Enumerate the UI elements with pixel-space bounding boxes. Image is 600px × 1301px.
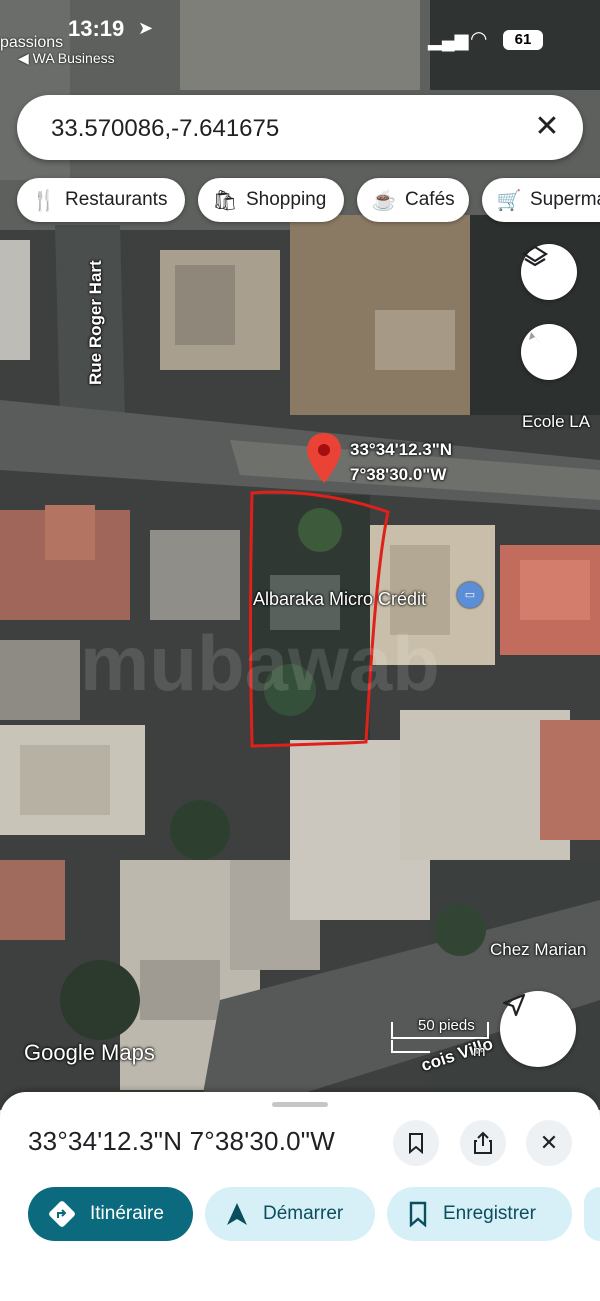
pin-longitude-label: 7°38'30.0"W xyxy=(350,465,447,484)
close-icon: ✕ xyxy=(539,1130,559,1155)
directions-button[interactable]: Itinéraire xyxy=(28,1187,193,1241)
chip-supermarket[interactable]: 🛒 Superma xyxy=(482,178,600,222)
cart-icon: 🛒 xyxy=(496,189,522,212)
coffee-cup-icon: ☕ xyxy=(371,189,397,212)
compass-button[interactable] xyxy=(521,324,577,380)
save-button[interactable]: Enregistrer xyxy=(387,1187,572,1241)
scale-feet-label: 50 pieds xyxy=(418,1017,475,1034)
compass-icon xyxy=(529,332,541,344)
bookmark-icon xyxy=(407,1201,429,1227)
coordinates-title: 33°34'12.3"N 7°38'30.0"W xyxy=(28,1126,335,1156)
start-label: Démarrer xyxy=(263,1203,344,1224)
close-icon[interactable]: ✕ xyxy=(531,111,563,143)
share-icon xyxy=(474,1131,492,1154)
place-icon[interactable]: ▭ xyxy=(457,582,483,608)
location-arrow-icon: ➤ xyxy=(138,18,154,38)
start-button[interactable]: Démarrer xyxy=(205,1187,375,1241)
status-time: 13:19 xyxy=(68,16,125,41)
search-bar[interactable]: ✕ xyxy=(17,95,583,162)
more-actions-button[interactable] xyxy=(584,1187,600,1241)
fork-knife-icon: 🍴 xyxy=(31,189,57,212)
svg-text:mubawab: mubawab xyxy=(80,619,440,707)
scale-m-label: m xyxy=(473,1043,486,1060)
chip-cafes[interactable]: ☕ Cafés xyxy=(357,178,469,222)
place-bottom-sheet[interactable]: 33°34'12.3"N 7°38'30.0"W ✕ Itinéraire Dé… xyxy=(0,1092,600,1301)
search-input[interactable] xyxy=(49,95,513,162)
location-pin-icon[interactable] xyxy=(307,433,341,483)
bookmark-icon xyxy=(409,1133,423,1154)
battery-indicator: 61 xyxy=(503,30,543,50)
pin-latitude-label: 33°34'12.3"N xyxy=(350,440,453,459)
my-location-button[interactable] xyxy=(500,991,576,1067)
chez-label: Chez Marian xyxy=(490,940,587,959)
navigation-arrow-icon xyxy=(225,1201,249,1227)
chip-label: Restaurants xyxy=(65,189,168,210)
chip-shopping[interactable]: 🛍 Shopping xyxy=(198,178,344,222)
school-label: Ecole LA xyxy=(522,412,591,431)
drag-handle[interactable] xyxy=(272,1102,328,1107)
save-icon-button[interactable] xyxy=(393,1120,439,1166)
layers-button[interactable] xyxy=(521,244,577,300)
chip-label: Superma xyxy=(530,189,600,210)
chip-label: Shopping xyxy=(246,189,327,210)
close-sheet-button[interactable]: ✕ xyxy=(526,1120,572,1166)
navigation-arrow-icon xyxy=(502,993,526,1017)
directions-label: Itinéraire xyxy=(90,1203,164,1224)
signal-icon: ▂▄▆ xyxy=(428,30,469,50)
wifi-icon: ◠ xyxy=(470,28,488,50)
chip-restaurants[interactable]: 🍴 Restaurants xyxy=(17,178,185,222)
share-button[interactable] xyxy=(460,1120,506,1166)
back-to-app-link[interactable]: ◀ WA Business xyxy=(18,50,115,67)
status-bar: 13:19 ➤ passions ◀ WA Business ▂▄▆ ◠ 61 xyxy=(0,0,600,70)
place-label[interactable]: Albaraka Micro Crédit xyxy=(253,589,426,610)
satellite-map[interactable]: mubawab Rue Roger Hart Ecole LA 33°34'12… xyxy=(0,0,600,1110)
google-maps-attribution: Google Maps xyxy=(24,1040,155,1065)
street-label: Rue Roger Hart xyxy=(86,260,105,385)
shopping-bag-icon: 🛍 xyxy=(212,189,238,212)
save-label: Enregistrer xyxy=(443,1203,536,1224)
directions-icon xyxy=(48,1200,76,1228)
chip-label: Cafés xyxy=(405,189,455,210)
layers-icon xyxy=(521,245,549,267)
